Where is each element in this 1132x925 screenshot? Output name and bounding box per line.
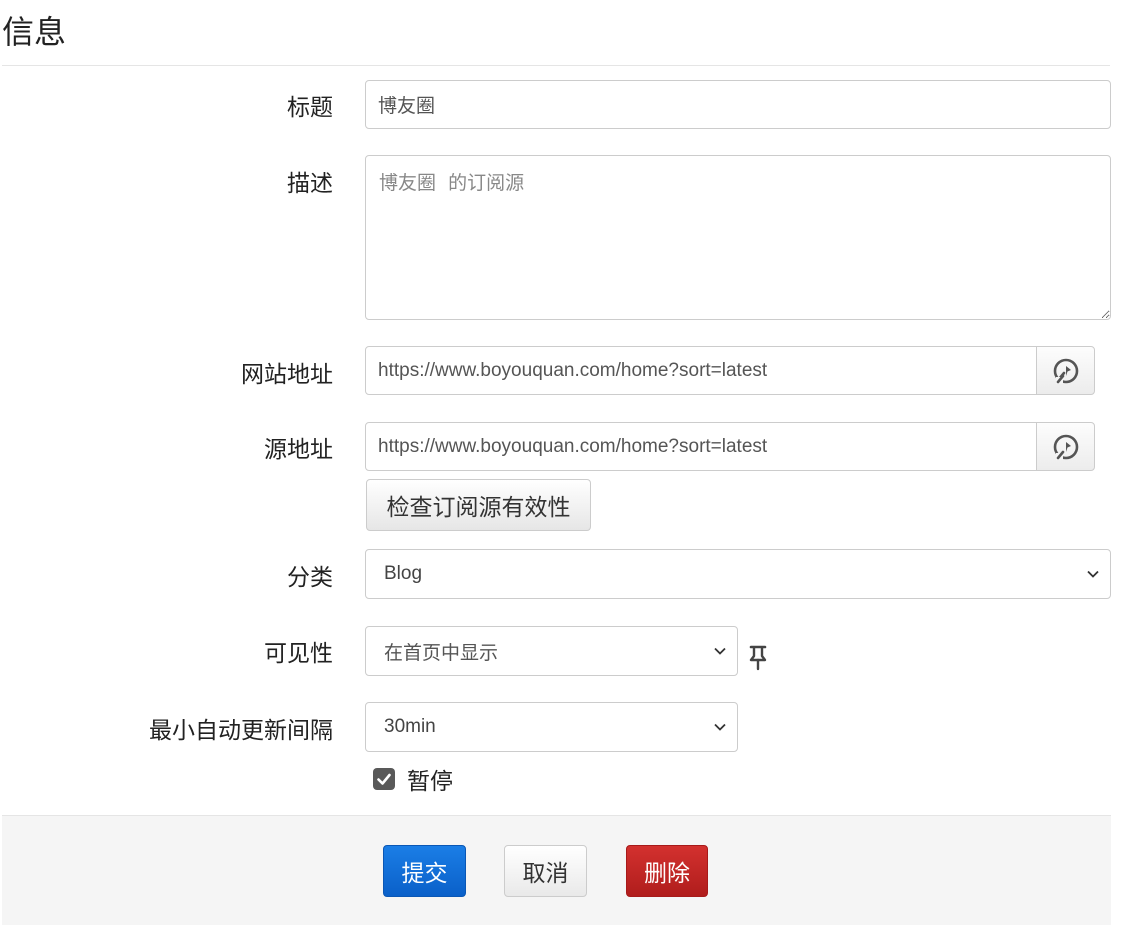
check-feed-button[interactable]: 检查订阅源有效性 (366, 479, 591, 531)
rocket-icon (1053, 434, 1078, 460)
website-label: 网站地址 (241, 362, 333, 388)
paused-checkbox-row[interactable]: 暂停 (373, 764, 453, 795)
visibility-select[interactable]: 在首页中显示 (365, 626, 738, 676)
pin-icon[interactable] (746, 645, 770, 671)
description-label: 描述 (287, 171, 333, 197)
form-actions: 提交 取消 删除 (2, 815, 1111, 925)
website-input[interactable] (365, 346, 1037, 395)
chevron-down-icon (714, 723, 726, 731)
paused-checkbox[interactable] (373, 768, 395, 790)
interval-value: 30min (384, 716, 436, 737)
website-open-button[interactable] (1036, 346, 1095, 395)
visibility-value: 在首页中显示 (384, 641, 499, 664)
rocket-icon (1053, 358, 1078, 384)
delete-button[interactable]: 删除 (626, 845, 708, 897)
submit-button[interactable]: 提交 (383, 845, 466, 897)
category-label: 分类 (287, 565, 333, 591)
interval-select[interactable]: 30min (365, 702, 738, 752)
paused-label: 暂停 (407, 769, 453, 795)
checkmark-icon (377, 773, 391, 785)
chevron-down-icon (1087, 570, 1099, 578)
title-divider (2, 65, 1110, 66)
chevron-down-icon (714, 647, 726, 655)
category-select[interactable]: Blog (365, 549, 1111, 599)
title-input[interactable] (365, 80, 1111, 129)
website-input-group (365, 346, 1095, 395)
source-label: 源地址 (264, 437, 333, 463)
page-title: 信息 (2, 13, 67, 51)
category-value: Blog (384, 563, 423, 584)
source-input-group (365, 422, 1095, 471)
visibility-label: 可见性 (264, 641, 333, 667)
cancel-button[interactable]: 取消 (504, 845, 587, 897)
source-open-button[interactable] (1036, 422, 1095, 471)
description-textarea[interactable] (365, 155, 1111, 320)
source-input[interactable] (365, 422, 1037, 471)
title-label: 标题 (287, 95, 333, 121)
interval-label: 最小自动更新间隔 (149, 718, 333, 744)
